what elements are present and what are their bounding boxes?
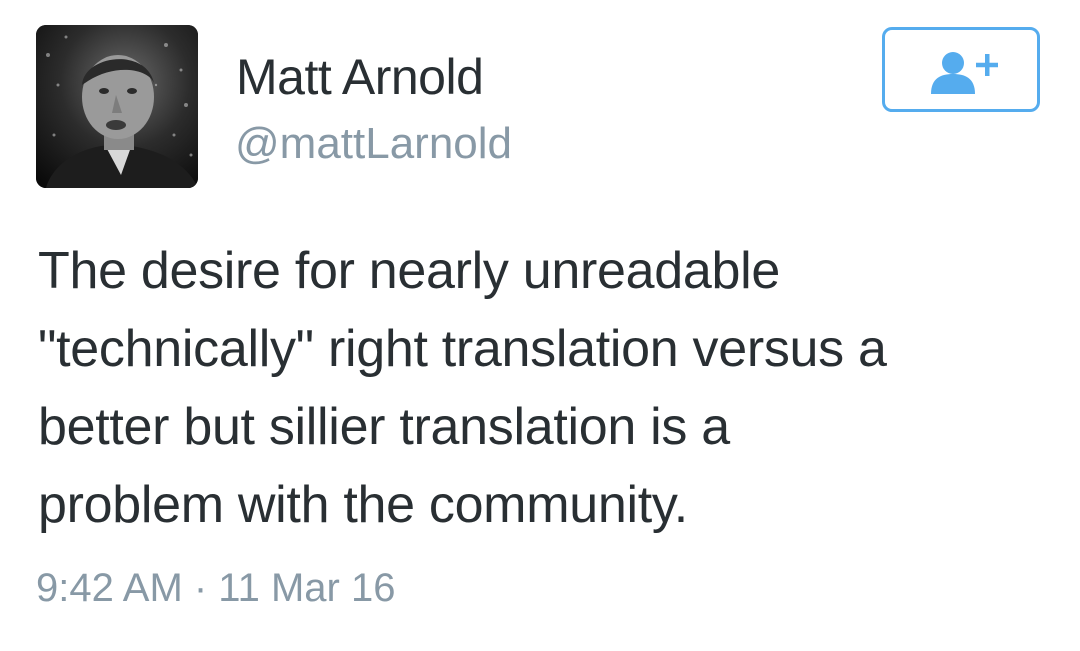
avatar[interactable]	[36, 25, 198, 188]
follow-button[interactable]	[882, 27, 1040, 112]
tweet-text-line: better but sillier translation is a	[38, 398, 730, 456]
author-display-name[interactable]: Matt Arnold	[236, 48, 484, 106]
profile-photo-image	[36, 25, 198, 188]
tweet-text: The desire for nearly unreadable "techni…	[38, 232, 1048, 544]
follow-user-plus-icon	[931, 52, 998, 94]
author-handle[interactable]: @mattLarnold	[235, 118, 512, 170]
tweet-timestamp[interactable]: 9:42 AM · 11 Mar 16	[36, 564, 395, 612]
tweet-text-line: The desire for nearly unreadable	[38, 242, 780, 300]
tweet-text-line: "technically" right translation versus a	[38, 320, 887, 378]
tweet-text-line: problem with the community.	[38, 476, 688, 534]
